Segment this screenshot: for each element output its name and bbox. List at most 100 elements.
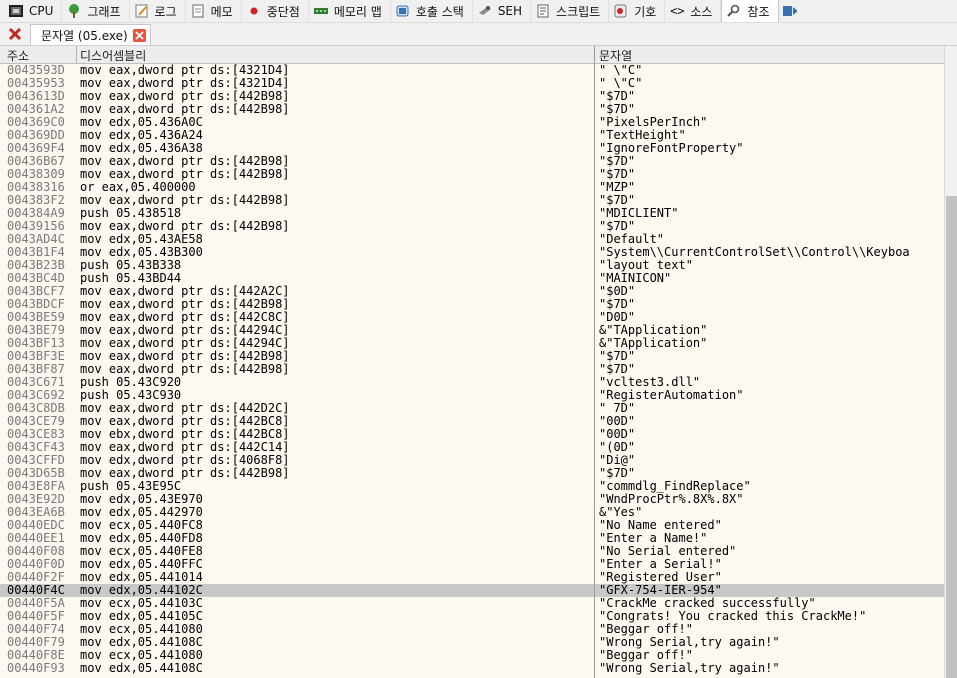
tab-cpu-label: CPU (29, 4, 54, 18)
row-string: "$7D" (599, 155, 636, 168)
tab-breakpoints-label: 중단점 (266, 4, 300, 19)
tab-symbols[interactable]: 기호 (609, 0, 666, 22)
row-string: "D0D" (599, 311, 636, 324)
notes-icon (190, 4, 206, 18)
tab-source-label: 소스 (690, 4, 713, 19)
memory-map-icon (313, 4, 329, 18)
doc-tab-label: 문자열 (05.exe) (41, 28, 128, 43)
row-string: &"TApplication" (599, 324, 708, 337)
column-divider-line (594, 46, 595, 678)
row-string: &"TApplication" (599, 337, 708, 350)
graph-icon (66, 4, 82, 18)
tab-references-label: 참조 (747, 4, 770, 19)
row-string: "(0D" (599, 441, 636, 454)
row-string: "Default" (599, 233, 665, 246)
row-string: "00D" (599, 415, 636, 428)
tab-breakpoints[interactable]: 중단점 (242, 0, 309, 22)
tab-seh[interactable]: SEH (473, 0, 532, 22)
breakpoint-icon (246, 4, 262, 18)
references-icon (726, 4, 742, 18)
scrollbar-thumb[interactable] (946, 196, 957, 678)
row-string: "$7D" (599, 350, 636, 363)
row-string: " \"C" (599, 64, 643, 77)
tab-graph[interactable]: 그래프 (62, 0, 130, 22)
tab-script[interactable]: 스크립트 (531, 0, 610, 22)
row-string: "WndProcPtr%.8X%.8X" (599, 493, 744, 506)
row-address: 00440F93 (7, 661, 65, 675)
row-string: "vcltest3.dll" (599, 376, 701, 389)
tab-graph-label: 그래프 (87, 4, 121, 19)
row-string: "IgnoreFontProperty" (599, 142, 744, 155)
row-string: "Congrats! You cracked this CrackMe!" (599, 610, 867, 623)
column-header-string[interactable]: 문자열 (599, 47, 632, 64)
row-string: "Di@" (599, 454, 636, 467)
call-stack-icon (395, 4, 411, 18)
row-string: "layout text" (599, 259, 693, 272)
tab-log[interactable]: 로그 (130, 0, 186, 22)
main-tab-toolbar: CPU 그래프 로그 메모 중단점 메모리 맵 호출 스택 SEH 스크립트 기… (0, 0, 957, 23)
row-string: "No Name entered" (599, 519, 722, 532)
tab-call-stack-label: 호출 스택 (415, 4, 464, 19)
row-string: "GFX-754-IER-954" (599, 584, 722, 597)
row-string: "PixelsPerInch" (599, 116, 708, 129)
row-string: "$7D" (599, 298, 636, 311)
tab-memory-map-label: 메모리 맵 (333, 4, 382, 19)
row-string: "Beggar off!" (599, 623, 693, 636)
row-string: "Enter a Name!" (599, 532, 708, 545)
close-all-tabs-icon[interactable] (7, 26, 23, 42)
overflow-icon (781, 4, 797, 18)
row-string: "MAINICON" (599, 272, 672, 285)
row-string: "Wrong Serial,try again!" (599, 662, 780, 675)
tab-call-stack[interactable]: 호출 스택 (391, 0, 473, 22)
row-string: "$7D" (599, 467, 636, 480)
tab-script-label: 스크립트 (556, 4, 601, 19)
document-tab-bar: 문자열 (05.exe) (0, 23, 957, 46)
tab-notes[interactable]: 메모 (186, 0, 242, 22)
source-icon: <> (670, 4, 685, 18)
row-string: "Registered User" (599, 571, 722, 584)
row-disassembly: mov edx,05.44108C (80, 661, 203, 675)
vertical-scrollbar[interactable] (944, 46, 957, 678)
seh-icon (477, 4, 493, 18)
row-string: "$0D" (599, 285, 636, 298)
tab-log-label: 로그 (154, 4, 177, 19)
tab-seh-label: SEH (497, 4, 523, 18)
tab-notes-label: 메모 (210, 4, 233, 19)
cpu-icon (8, 4, 24, 18)
tab-overflow[interactable] (779, 0, 804, 22)
row-string: "$7D" (599, 194, 636, 207)
doc-tab-strings[interactable]: 문자열 (05.exe) (30, 24, 151, 45)
row-string: "$7D" (599, 168, 636, 181)
log-icon (134, 4, 150, 18)
row-string: "commdlg_FindReplace" (599, 480, 751, 493)
tab-cpu[interactable]: CPU (0, 0, 63, 22)
tab-close-icon[interactable] (132, 28, 146, 42)
row-string: "$7D" (599, 363, 636, 376)
row-string: " 7D" (599, 402, 636, 415)
row-string: "System\\CurrentControlSet\\Control\\Key… (599, 246, 910, 259)
strings-reference-table[interactable]: 0043593D mov eax,dword ptr ds:[4321D4] " \… (0, 64, 944, 678)
tab-memory-map[interactable]: 메모리 맵 (309, 0, 391, 22)
table-row[interactable]: 00440F93 mov edx,05.44108C "Wrong Serial,t… (0, 662, 944, 675)
row-string: "00D" (599, 428, 636, 441)
column-separator[interactable] (76, 46, 77, 63)
row-string: "MDICLIENT" (599, 207, 679, 220)
row-string: "Wrong Serial,try again!" (599, 636, 780, 649)
row-string: "$7D" (599, 90, 636, 103)
column-header-disassembly[interactable]: 디스어셈블리 (80, 47, 146, 64)
row-string: "TextHeight" (599, 129, 686, 142)
row-string: "Enter a Serial!" (599, 558, 722, 571)
column-header-address[interactable]: 주소 (7, 47, 29, 64)
row-string: "Beggar off!" (599, 649, 693, 662)
row-string: "$7D" (599, 103, 636, 116)
row-string: " \"C" (599, 77, 643, 90)
script-icon (535, 4, 551, 18)
symbols-icon (613, 4, 629, 18)
tab-symbols-label: 기호 (634, 4, 657, 19)
row-string: "$7D" (599, 220, 636, 233)
row-string: &"Yes" (599, 506, 643, 519)
tab-references[interactable]: 참조 (721, 0, 779, 22)
tab-source[interactable]: <> 소스 (665, 0, 722, 22)
column-header: 주소 디스어셈블리 문자열 (0, 46, 944, 64)
row-string: "No Serial entered" (599, 545, 737, 558)
